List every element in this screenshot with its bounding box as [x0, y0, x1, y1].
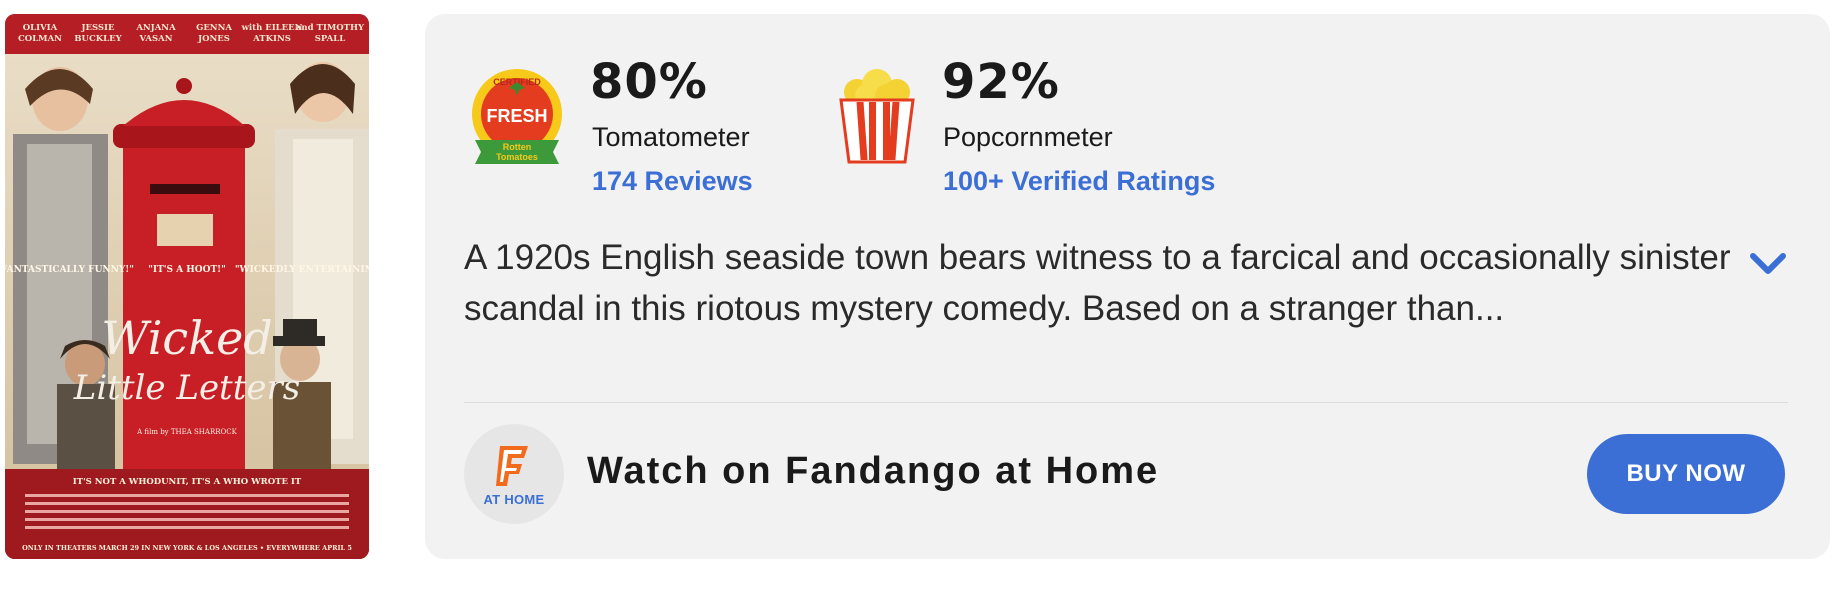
buy-now-button[interactable]: BUY NOW: [1587, 434, 1785, 514]
badge-fresh-text: FRESH: [486, 106, 547, 126]
badge-rotten-text: Rotten: [503, 142, 532, 152]
popcorn-bucket-icon: [837, 66, 917, 166]
poster-cast-7: GENNA: [196, 23, 232, 33]
popcornmeter-label: Popcornmeter: [943, 122, 1113, 152]
poster-release: ONLY IN THEATERS MARCH 29 IN NEW YORK & …: [22, 544, 352, 552]
poster-cast-6: VASAN: [138, 34, 172, 44]
poster-cast-3: JESSIE: [80, 23, 115, 33]
poster-director: A film by THEA SHARROCK: [136, 428, 237, 436]
poster-cast-2: COLMAN: [18, 34, 62, 44]
tomatometer-score: 80%: [590, 54, 708, 110]
poster-quote-right: "WICKEDLY ENTERTAINING": [235, 265, 369, 275]
watch-on-fandango-text: Watch on Fandango at Home: [587, 450, 1160, 492]
chevron-down-icon[interactable]: [1745, 246, 1791, 286]
poster-tagline: IT'S NOT A WHODUNIT, IT'S A WHO WROTE IT: [73, 477, 302, 487]
popcornmeter-score: 92%: [942, 54, 1060, 110]
popcornmeter-ratings-link[interactable]: 100+ Verified Ratings: [943, 166, 1215, 197]
poster-quote-center: "IT'S A HOOT!": [148, 265, 226, 275]
badge-tomatoes-text: Tomatoes: [496, 152, 538, 162]
tomatometer-label: Tomatometer: [592, 122, 750, 152]
certified-fresh-icon: CERTIFIED FRESH Rotten Tomatoes: [469, 68, 565, 168]
score-card: CERTIFIED FRESH Rotten Tomatoes 80% Toma…: [425, 14, 1830, 559]
poster-cast-5: ANJANA: [135, 23, 176, 33]
poster-cast-8: JONES: [197, 34, 230, 44]
poster-cast-11: and TIMOTHY: [296, 23, 365, 33]
divider: [464, 402, 1788, 403]
poster-cast-1: OLIVIA: [23, 23, 58, 33]
poster-cast-9: with EILEEN: [241, 23, 303, 33]
poster-title-line2: Little Letters: [73, 368, 300, 408]
poster-quote-left: "FANTASTICALLY FUNNY!": [5, 265, 134, 275]
poster-cast-4: BUCKLEY: [74, 34, 122, 44]
fandango-at-home-logo: AT HOME: [464, 424, 564, 524]
fandango-at-home-caption: AT HOME: [483, 492, 545, 507]
poster-cast-10: ATKINS: [252, 34, 291, 44]
movie-synopsis: A 1920s English seaside town bears witne…: [464, 238, 1731, 328]
poster-artwork: OLIVIA COLMAN JESSIE BUCKLEY ANJANA VASA…: [5, 14, 369, 559]
tomatometer-reviews-link[interactable]: 174 Reviews: [592, 166, 753, 197]
poster-cast-12: SPALL: [315, 34, 345, 44]
fandango-f-icon: [496, 446, 528, 486]
movie-poster[interactable]: OLIVIA COLMAN JESSIE BUCKLEY ANJANA VASA…: [5, 14, 369, 559]
poster-title-line1: Wicked: [101, 311, 273, 365]
